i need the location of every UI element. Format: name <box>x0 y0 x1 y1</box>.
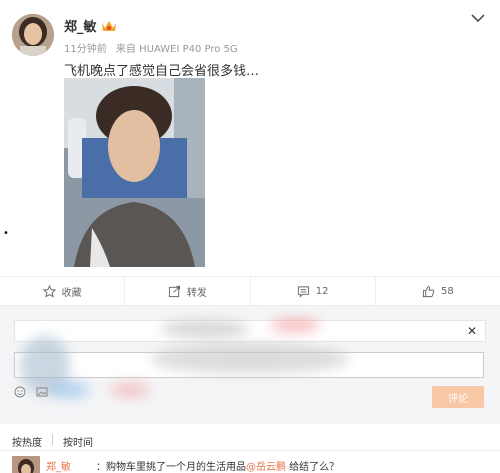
star-icon <box>42 284 56 298</box>
blur-overlay <box>110 382 150 398</box>
post-meta: 11分钟前 来自 HUAWEI P40 Pro 5G <box>64 40 244 55</box>
composer-toolbar <box>14 386 48 398</box>
crown-badge-icon <box>101 20 116 31</box>
like-count: 58 <box>441 285 454 297</box>
image-icon[interactable] <box>36 386 48 398</box>
post-author-name[interactable]: 郑_敏 <box>64 16 97 35</box>
side-mark: • <box>3 228 9 239</box>
comment-icon <box>297 285 309 298</box>
chevron-down-icon[interactable] <box>470 12 486 24</box>
comment-mention[interactable]: @岳云鹏 <box>246 462 286 473</box>
favorite-label: 收藏 <box>61 287 82 299</box>
post-photo[interactable] <box>64 78 205 267</box>
comment-prefix: ：购物车里挑了一个月的生活用品 <box>96 462 246 473</box>
favorite-button[interactable]: 收藏 <box>0 277 126 305</box>
like-button[interactable]: 58 <box>376 277 500 305</box>
emoji-icon[interactable] <box>14 386 26 398</box>
thumbs-up-icon <box>422 285 435 297</box>
submit-comment-button[interactable]: 评论 <box>432 386 484 408</box>
repost-button[interactable]: 转发 <box>125 277 251 305</box>
blur-overlay <box>160 320 250 338</box>
comment-avatar[interactable] <box>12 456 40 473</box>
comment-button[interactable]: 12 <box>251 277 376 305</box>
comment-suffix: 给结了么？ <box>286 462 340 473</box>
post-source: 来自 HUAWEI P40 Pro 5G <box>115 44 238 55</box>
notice-bar: ✕ <box>14 320 486 342</box>
sort-by-time[interactable]: 按时间 <box>63 434 93 449</box>
blur-overlay <box>50 382 90 398</box>
comment-text: ：购物车里挑了一个月的生活用品@岳云鹏 给结了么？ <box>96 458 339 473</box>
comment-count: 12 <box>315 285 329 297</box>
divider <box>0 450 500 451</box>
repost-label: 转发 <box>186 287 207 299</box>
sort-by-hot[interactable]: 按热度 <box>12 434 42 449</box>
blur-overlay <box>270 318 320 332</box>
user-avatar[interactable] <box>12 14 54 56</box>
comment-sort-tabs: 按热度 按时间 <box>12 434 93 449</box>
post-text: 飞机晚点了感觉自己会省很多钱… <box>64 64 260 79</box>
comment-author[interactable]: 郑_敏 <box>46 458 71 473</box>
post-author[interactable]: 郑_敏 <box>64 16 117 35</box>
weibo-post-page: 郑_敏 11分钟前 来自 HUAWEI P40 Pro 5G 飞机晚点了感觉自己… <box>0 0 500 473</box>
action-bar: 收藏 转发 12 58 <box>0 276 500 306</box>
share-icon <box>168 285 180 297</box>
blur-overlay <box>150 344 350 374</box>
close-icon[interactable]: ✕ <box>467 324 477 338</box>
post-time[interactable]: 11分钟前 <box>64 44 107 55</box>
comment-composer: ✕ 评论 <box>0 306 500 424</box>
sort-divider <box>52 434 53 445</box>
